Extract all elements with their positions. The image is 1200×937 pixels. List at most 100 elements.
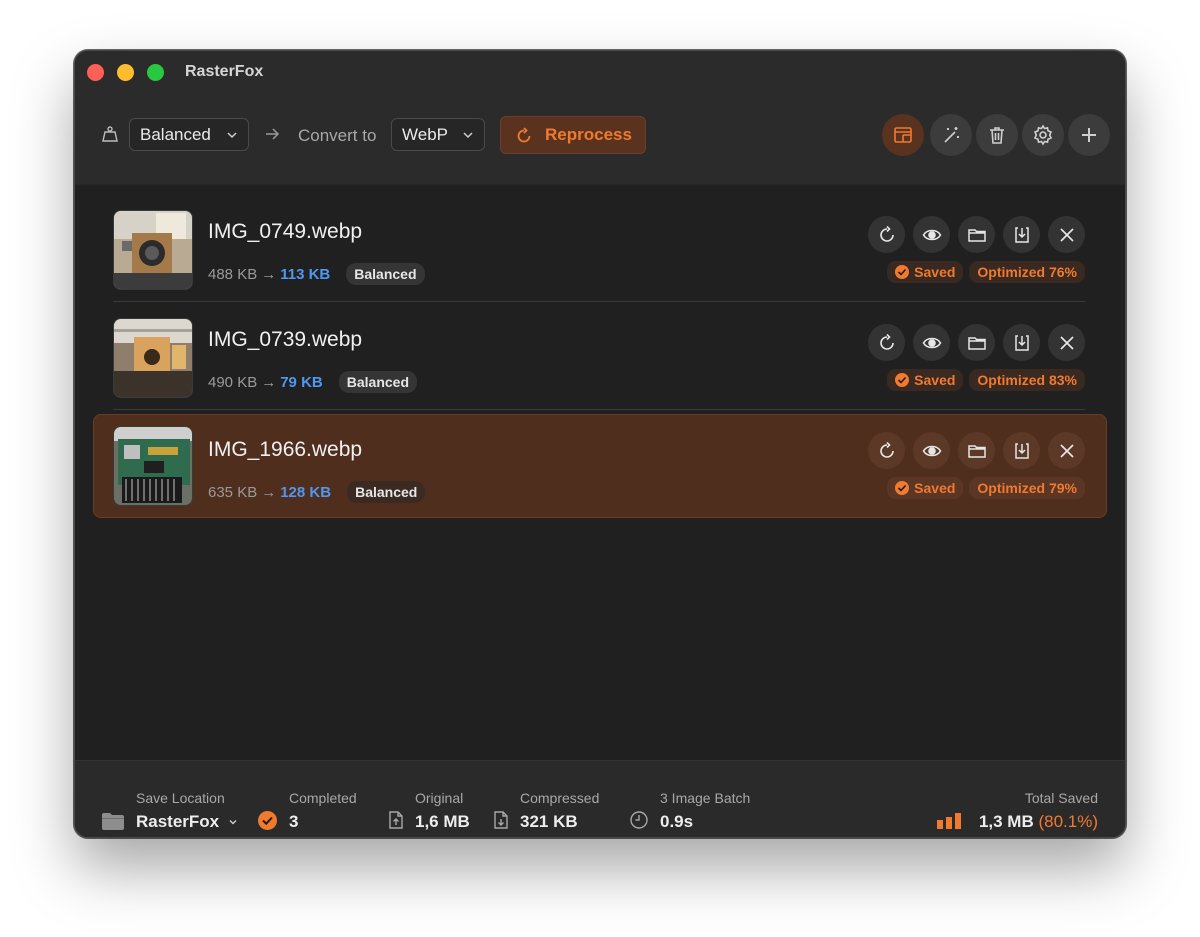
- chevron-down-icon: [463, 132, 473, 139]
- eye-icon: [922, 445, 941, 456]
- saved-badge: Saved: [887, 369, 964, 391]
- plus-icon: [1082, 128, 1096, 142]
- close-icon: [1059, 335, 1074, 350]
- download-icon: [1014, 442, 1029, 459]
- row-status: Saved Optimized 76%: [887, 261, 1085, 283]
- download-icon: [1014, 334, 1029, 351]
- total-saved-size: 1,3 MB: [978, 812, 1034, 831]
- arrow-right-icon: →: [261, 265, 277, 283]
- compressed-value: 321 KB: [520, 812, 578, 831]
- preset-badge: Balanced: [347, 481, 426, 503]
- saved-label: Saved: [914, 480, 956, 496]
- file-name: IMG_1966.webp: [208, 438, 363, 461]
- close-icon: [1059, 443, 1074, 458]
- show-in-folder-button[interactable]: [958, 432, 995, 469]
- trash-button[interactable]: [976, 114, 1018, 156]
- magic-wand-icon: [944, 127, 959, 143]
- clock-icon: [630, 811, 648, 829]
- check-circle-icon: [258, 811, 277, 830]
- eye-icon: [922, 337, 941, 348]
- total-saved-value: 1,3 MB (80.1%): [979, 812, 1098, 832]
- original-label: Original: [415, 790, 464, 806]
- convert-to-label: Convert to: [298, 126, 377, 145]
- show-in-folder-button[interactable]: [958, 216, 995, 253]
- reprocess-label: Reprocess: [545, 125, 632, 144]
- refresh-icon: [517, 127, 531, 143]
- add-files-button[interactable]: [1068, 114, 1110, 156]
- file-row-selected[interactable]: IMG_1966.webp 635 KB → 128 KB Balanced S…: [93, 414, 1107, 518]
- file-thumbnail: [113, 426, 193, 506]
- settings-button[interactable]: [1022, 114, 1064, 156]
- preview-button[interactable]: [913, 216, 950, 253]
- refresh-icon: [879, 225, 894, 242]
- file-thumbnail: [113, 318, 193, 398]
- preset-badge: Balanced: [338, 371, 417, 393]
- format-select-value: WebP: [402, 124, 448, 144]
- save-location-value: RasterFox: [136, 812, 220, 831]
- close-icon: [1059, 227, 1074, 242]
- remove-file-button[interactable]: [1048, 216, 1085, 253]
- chevron-down-icon: [227, 132, 237, 139]
- row-actions: [868, 432, 1085, 469]
- bar-chart-icon: [937, 813, 961, 829]
- saved-label: Saved: [914, 264, 956, 280]
- show-in-folder-button[interactable]: [958, 324, 995, 361]
- reprocess-button[interactable]: Reprocess: [500, 116, 646, 154]
- download-button[interactable]: [1003, 432, 1040, 469]
- preview-button[interactable]: [913, 324, 950, 361]
- magic-wand-button[interactable]: [930, 114, 972, 156]
- preset-select-value: Balanced: [140, 124, 211, 144]
- folder-icon: [102, 813, 124, 830]
- weight-icon: [102, 126, 118, 142]
- reprocess-file-button[interactable]: [868, 324, 905, 361]
- file-row[interactable]: IMG_0739.webp 490 KB → 79 KB Balanced Sa…: [93, 294, 1107, 398]
- download-icon: [1014, 226, 1029, 243]
- file-sizes: 488 KB → 113 KB Balanced: [208, 263, 425, 285]
- chevron-down-icon: [229, 820, 237, 825]
- app-title: RasterFox: [185, 63, 264, 80]
- remove-file-button[interactable]: [1048, 432, 1085, 469]
- optimized-badge: Optimized 79%: [969, 477, 1085, 499]
- refresh-icon: [879, 441, 894, 458]
- format-select[interactable]: WebP: [391, 118, 485, 151]
- zoom-window-button[interactable]: [147, 64, 164, 81]
- batch-label: 3 Image Batch: [660, 790, 751, 806]
- folder-icon: [967, 336, 986, 350]
- compressed-size: 128 KB: [280, 483, 332, 501]
- arrow-right-icon: →: [261, 483, 277, 501]
- row-actions: [868, 324, 1085, 361]
- file-download-icon: [494, 811, 508, 829]
- download-button[interactable]: [1003, 324, 1040, 361]
- original-size: 488 KB: [208, 265, 258, 283]
- close-window-button[interactable]: [87, 64, 104, 81]
- row-divider: [113, 409, 1085, 410]
- save-location-select[interactable]: RasterFox: [136, 812, 238, 832]
- compressed-size: 113 KB: [280, 265, 331, 283]
- file-thumbnail: [113, 210, 193, 290]
- reprocess-file-button[interactable]: [868, 432, 905, 469]
- completed-value: 3: [289, 812, 299, 831]
- total-saved-label: Total Saved: [1024, 790, 1098, 806]
- eye-icon: [922, 229, 941, 240]
- file-upload-icon: [389, 811, 403, 829]
- original-value: 1,6 MB: [415, 812, 470, 831]
- saved-label: Saved: [914, 372, 956, 388]
- preset-select[interactable]: Balanced: [129, 118, 249, 151]
- original-size: 635 KB: [208, 483, 258, 501]
- gear-icon: [1033, 124, 1053, 146]
- row-status: Saved Optimized 83%: [887, 369, 1085, 391]
- minimize-window-button[interactable]: [117, 64, 134, 81]
- check-circle-icon: [895, 481, 910, 495]
- arrow-right-icon: [266, 128, 280, 140]
- remove-file-button[interactable]: [1048, 324, 1085, 361]
- row-status: Saved Optimized 79%: [887, 477, 1085, 499]
- app-window: RasterFox Balanced Convert to WebP Repro…: [74, 50, 1126, 838]
- status-footer: Save Location RasterFox Completed 3 Orig…: [75, 760, 1125, 837]
- file-sizes: 490 KB → 79 KB Balanced: [208, 371, 417, 393]
- layout-toggle-button[interactable]: [882, 114, 924, 156]
- compressed-size: 79 KB: [280, 373, 323, 391]
- reprocess-file-button[interactable]: [868, 216, 905, 253]
- download-button[interactable]: [1003, 216, 1040, 253]
- preview-button[interactable]: [913, 432, 950, 469]
- file-row[interactable]: IMG_0749.webp 488 KB → 113 KB Balanced S…: [93, 186, 1107, 290]
